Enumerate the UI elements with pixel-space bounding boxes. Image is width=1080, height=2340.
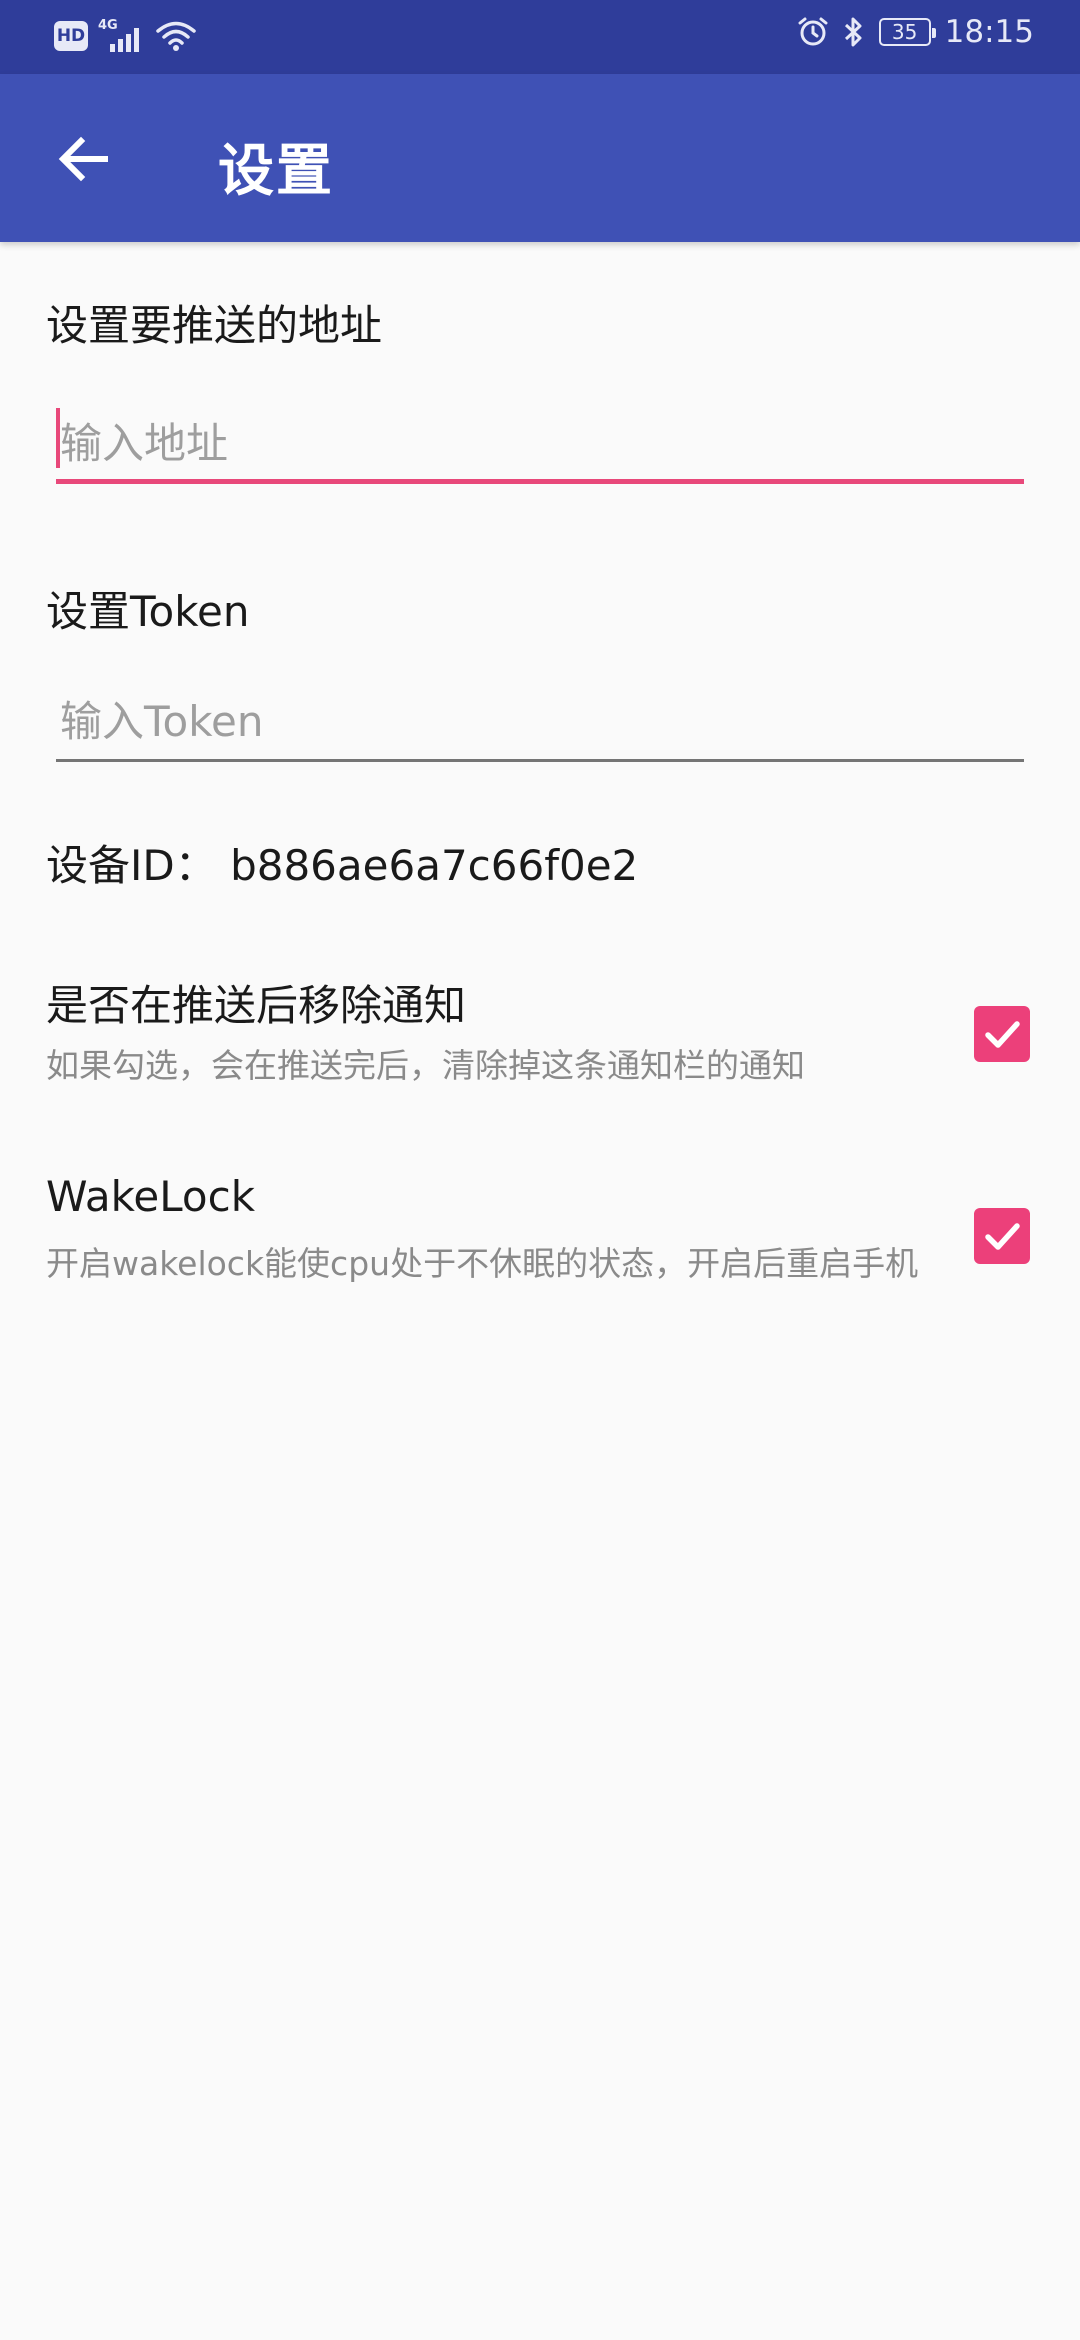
check-icon bbox=[985, 1223, 1020, 1250]
hd-icon: HD bbox=[54, 21, 88, 51]
remove-notification-checkbox[interactable] bbox=[974, 1006, 1030, 1062]
signal-icon: 4G bbox=[98, 18, 146, 54]
check-icon bbox=[985, 1021, 1020, 1048]
address-placeholder: 输入地址 bbox=[60, 419, 229, 468]
address-label: 设置要推送的地址 bbox=[46, 301, 383, 350]
status-bar: HD 4G 35 18:15 bbox=[0, 0, 1080, 74]
bluetooth-icon bbox=[844, 17, 862, 47]
address-underline bbox=[56, 479, 1024, 484]
page-title: 设置 bbox=[218, 139, 334, 204]
wakelock-summary: 开启wakelock能使cpu处于不休眠的状态，开启后重启手机 bbox=[46, 1244, 919, 1283]
back-button[interactable] bbox=[48, 124, 118, 194]
battery-icon: 35 bbox=[878, 18, 936, 46]
status-left-group: HD 4G bbox=[54, 18, 196, 54]
wakelock-checkbox[interactable] bbox=[974, 1208, 1030, 1264]
arrow-back-icon bbox=[58, 136, 108, 182]
app-bar: 设置 bbox=[0, 74, 1080, 242]
remove-notification-summary: 如果勾选，会在推送完后，清除掉这条通知栏的通知 bbox=[46, 1046, 805, 1085]
address-input[interactable]: 输入地址 bbox=[56, 392, 1024, 484]
remove-notification-title: 是否在推送后移除通知 bbox=[46, 981, 467, 1030]
wifi-icon bbox=[156, 21, 196, 51]
hd-label: HD bbox=[56, 26, 86, 46]
wakelock-title: WakeLock bbox=[46, 1172, 256, 1221]
alarm-icon bbox=[798, 17, 828, 46]
token-placeholder: 输入Token bbox=[60, 697, 264, 746]
token-label: 设置Token bbox=[46, 587, 250, 636]
token-underline bbox=[56, 759, 1024, 762]
token-input[interactable]: 输入Token bbox=[56, 670, 1024, 762]
status-right-group: 35 18:15 bbox=[797, 14, 1034, 50]
battery-level: 35 bbox=[891, 20, 918, 44]
clock: 18:15 bbox=[944, 14, 1034, 50]
device-id-text: 设备ID： b886ae6a7c66f0e2 bbox=[46, 841, 639, 890]
